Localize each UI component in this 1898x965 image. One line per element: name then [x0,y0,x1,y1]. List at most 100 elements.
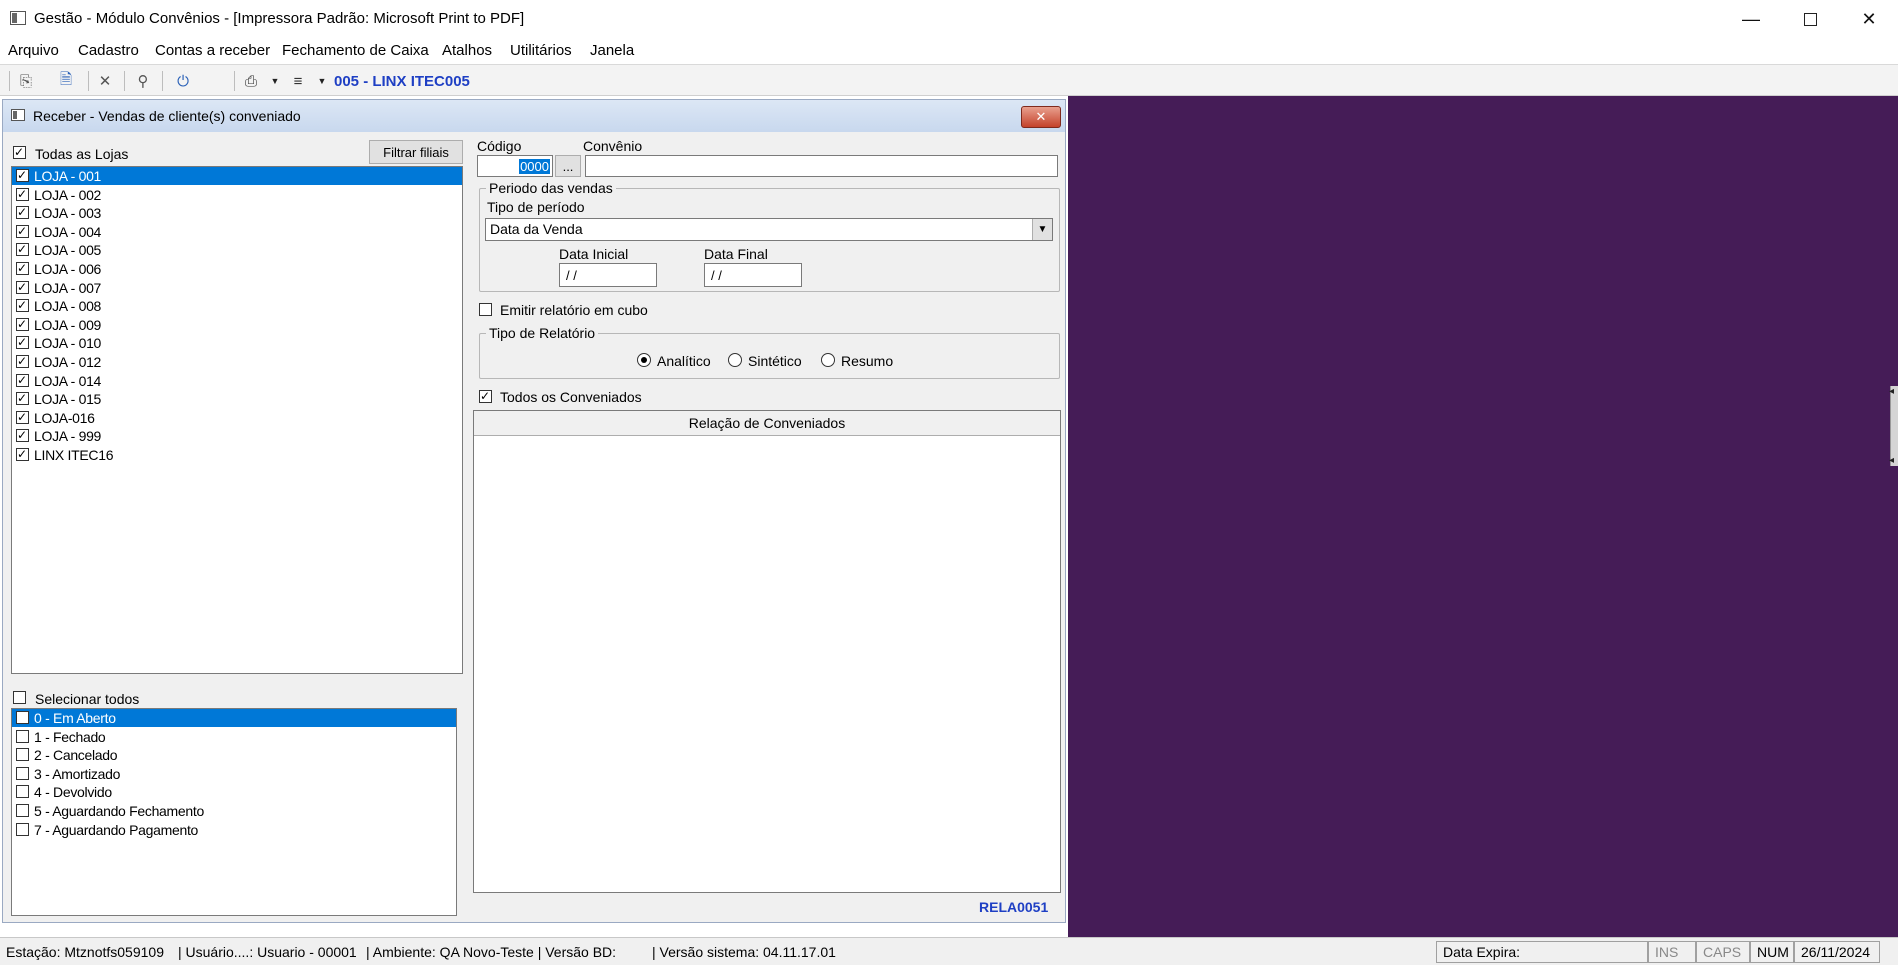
status-checkbox[interactable] [16,729,29,743]
store-item[interactable]: LOJA - 014 [12,372,462,390]
select-all-checkbox[interactable] [13,691,26,704]
chevron-down-icon[interactable]: ▼ [311,70,333,92]
status-checkbox[interactable] [16,785,29,799]
title-bar: Gestão - Módulo Convênios - [Impressora … [0,0,1898,38]
status-checkbox[interactable] [16,766,29,780]
codigo-value: 0000 [519,158,550,174]
status-item[interactable]: 2 - Cancelado [12,746,456,764]
members-grid-header[interactable]: Relação de Conveniados [474,411,1060,436]
delete-icon[interactable]: ✕ [94,70,116,92]
status-item[interactable]: 7 - Aguardando Pagamento [12,821,456,839]
store-item[interactable]: LOJA - 009 [12,316,462,334]
store-checkbox[interactable] [16,446,29,462]
store-checkbox[interactable] [16,241,29,257]
store-checkbox[interactable] [16,427,29,443]
start-date-label: Data Inicial [559,246,629,262]
close-window-button[interactable]: ✕ [1840,0,1898,38]
store-checkbox[interactable] [16,297,29,313]
stores-list: LOJA - 001 LOJA - 002 LOJA - 003 LOJA - … [11,166,463,674]
side-splitter-handle[interactable] [1889,386,1898,466]
store-item[interactable]: LOJA - 006 [12,260,462,278]
menu-utilitarios[interactable]: Utilitários [510,42,572,59]
store-item[interactable]: LOJA - 002 [12,186,462,204]
filter-branches-button[interactable]: Filtrar filiais [369,140,463,164]
store-item[interactable]: LOJA - 999 [12,427,462,445]
store-item[interactable]: LOJA - 001 [12,167,462,185]
store-checkbox[interactable] [16,409,29,425]
menu-cadastro[interactable]: Cadastro [78,42,139,59]
store-item[interactable]: LINX ITEC16 [12,446,462,464]
store-item[interactable]: LOJA - 003 [12,204,462,222]
toolbar-separator [9,71,10,91]
search-icon[interactable]: ⚲ [132,70,154,92]
store-checkbox[interactable] [16,390,29,406]
power-icon[interactable]: ⏻ [172,70,194,92]
status-checkbox[interactable] [16,711,29,724]
chevron-down-icon[interactable]: ▼ [1032,219,1052,240]
store-checkbox[interactable] [16,334,29,350]
menu-fechamento-de-caixa[interactable]: Fechamento de Caixa [282,42,429,59]
store-checkbox[interactable] [16,279,29,295]
store-checkbox[interactable] [16,260,29,276]
store-item[interactable]: LOJA - 010 [12,334,462,352]
status-item[interactable]: 1 - Fechado [12,728,456,746]
copy-icon[interactable]: ⎘ [15,70,37,92]
select-all-label: Selecionar todos [35,691,140,707]
toolbar-separator [88,71,89,91]
radio-sintetico[interactable] [728,353,742,367]
menu-contas-a-receber[interactable]: Contas a receber [155,42,270,59]
store-item[interactable]: LOJA - 008 [12,297,462,315]
store-checkbox[interactable] [16,204,29,220]
receber-dialog: Receber - Vendas de cliente(s) conveniad… [2,99,1066,923]
store-item[interactable]: LOJA - 005 [12,241,462,259]
new-document-icon[interactable]: 🗎 [55,70,77,92]
menu-arquivo[interactable]: Arquivo [8,42,59,59]
all-members-checkbox[interactable] [479,388,492,404]
store-checkbox[interactable] [16,316,29,332]
period-type-value: Data da Venda [490,221,583,237]
radio-sintetico-label: Sintético [748,353,802,369]
store-checkbox[interactable] [16,223,29,239]
radio-analitico[interactable] [637,353,651,367]
status-item[interactable]: 4 - Devolvido [12,783,456,801]
convenio-label: Convênio [583,138,643,154]
store-checkbox[interactable] [16,372,29,388]
end-date-input[interactable]: / / [704,263,802,287]
status-checkbox[interactable] [16,748,29,762]
status-item[interactable]: 5 - Aguardando Fechamento [12,802,456,820]
status-checkbox[interactable] [16,822,29,836]
period-type-select[interactable]: Data da Venda ▼ [485,218,1053,241]
all-stores-checkbox[interactable] [13,144,26,160]
minimize-button[interactable]: — [1722,0,1780,38]
dialog-close-button[interactable]: ✕ [1021,106,1061,128]
chevron-down-icon[interactable]: ▼ [264,70,286,92]
cube-report-checkbox[interactable] [479,303,492,316]
store-item[interactable]: LOJA - 004 [12,223,462,241]
status-bar: Estação: Mtznotfs059109 | Usuário....: U… [0,937,1898,965]
codigo-lookup-button[interactable]: ... [555,155,581,177]
status-checkbox[interactable] [16,804,29,817]
store-item[interactable]: LOJA - 007 [12,279,462,297]
status-item[interactable]: 0 - Em Aberto [12,709,456,727]
members-grid: Relação de Conveniados [473,410,1061,893]
app-icon [10,11,26,25]
store-item[interactable]: LOJA - 012 [12,353,462,371]
all-stores-label: Todas as Lojas [35,146,129,162]
printer-icon[interactable]: ⎙ [240,70,262,92]
store-item[interactable]: LOJA - 015 [12,390,462,408]
store-item[interactable]: LOJA-016 [12,409,462,427]
menu-atalhos[interactable]: Atalhos [442,42,492,59]
menu-janela[interactable]: Janela [590,42,634,59]
status-item[interactable]: 3 - Amortizado [12,765,456,783]
maximize-button[interactable] [1781,0,1839,38]
store-select-icon[interactable]: ≡ [287,70,309,92]
codigo-input[interactable]: 0000 [477,155,553,177]
store-checkbox[interactable] [16,186,29,202]
convenio-input[interactable] [585,155,1058,177]
status-expire: Data Expira: [1436,941,1648,963]
store-checkbox[interactable] [16,353,29,369]
store-checkbox[interactable] [16,167,29,183]
cube-report-label: Emitir relatório em cubo [500,302,648,318]
start-date-input[interactable]: / / [559,263,657,287]
radio-resumo[interactable] [821,353,835,367]
